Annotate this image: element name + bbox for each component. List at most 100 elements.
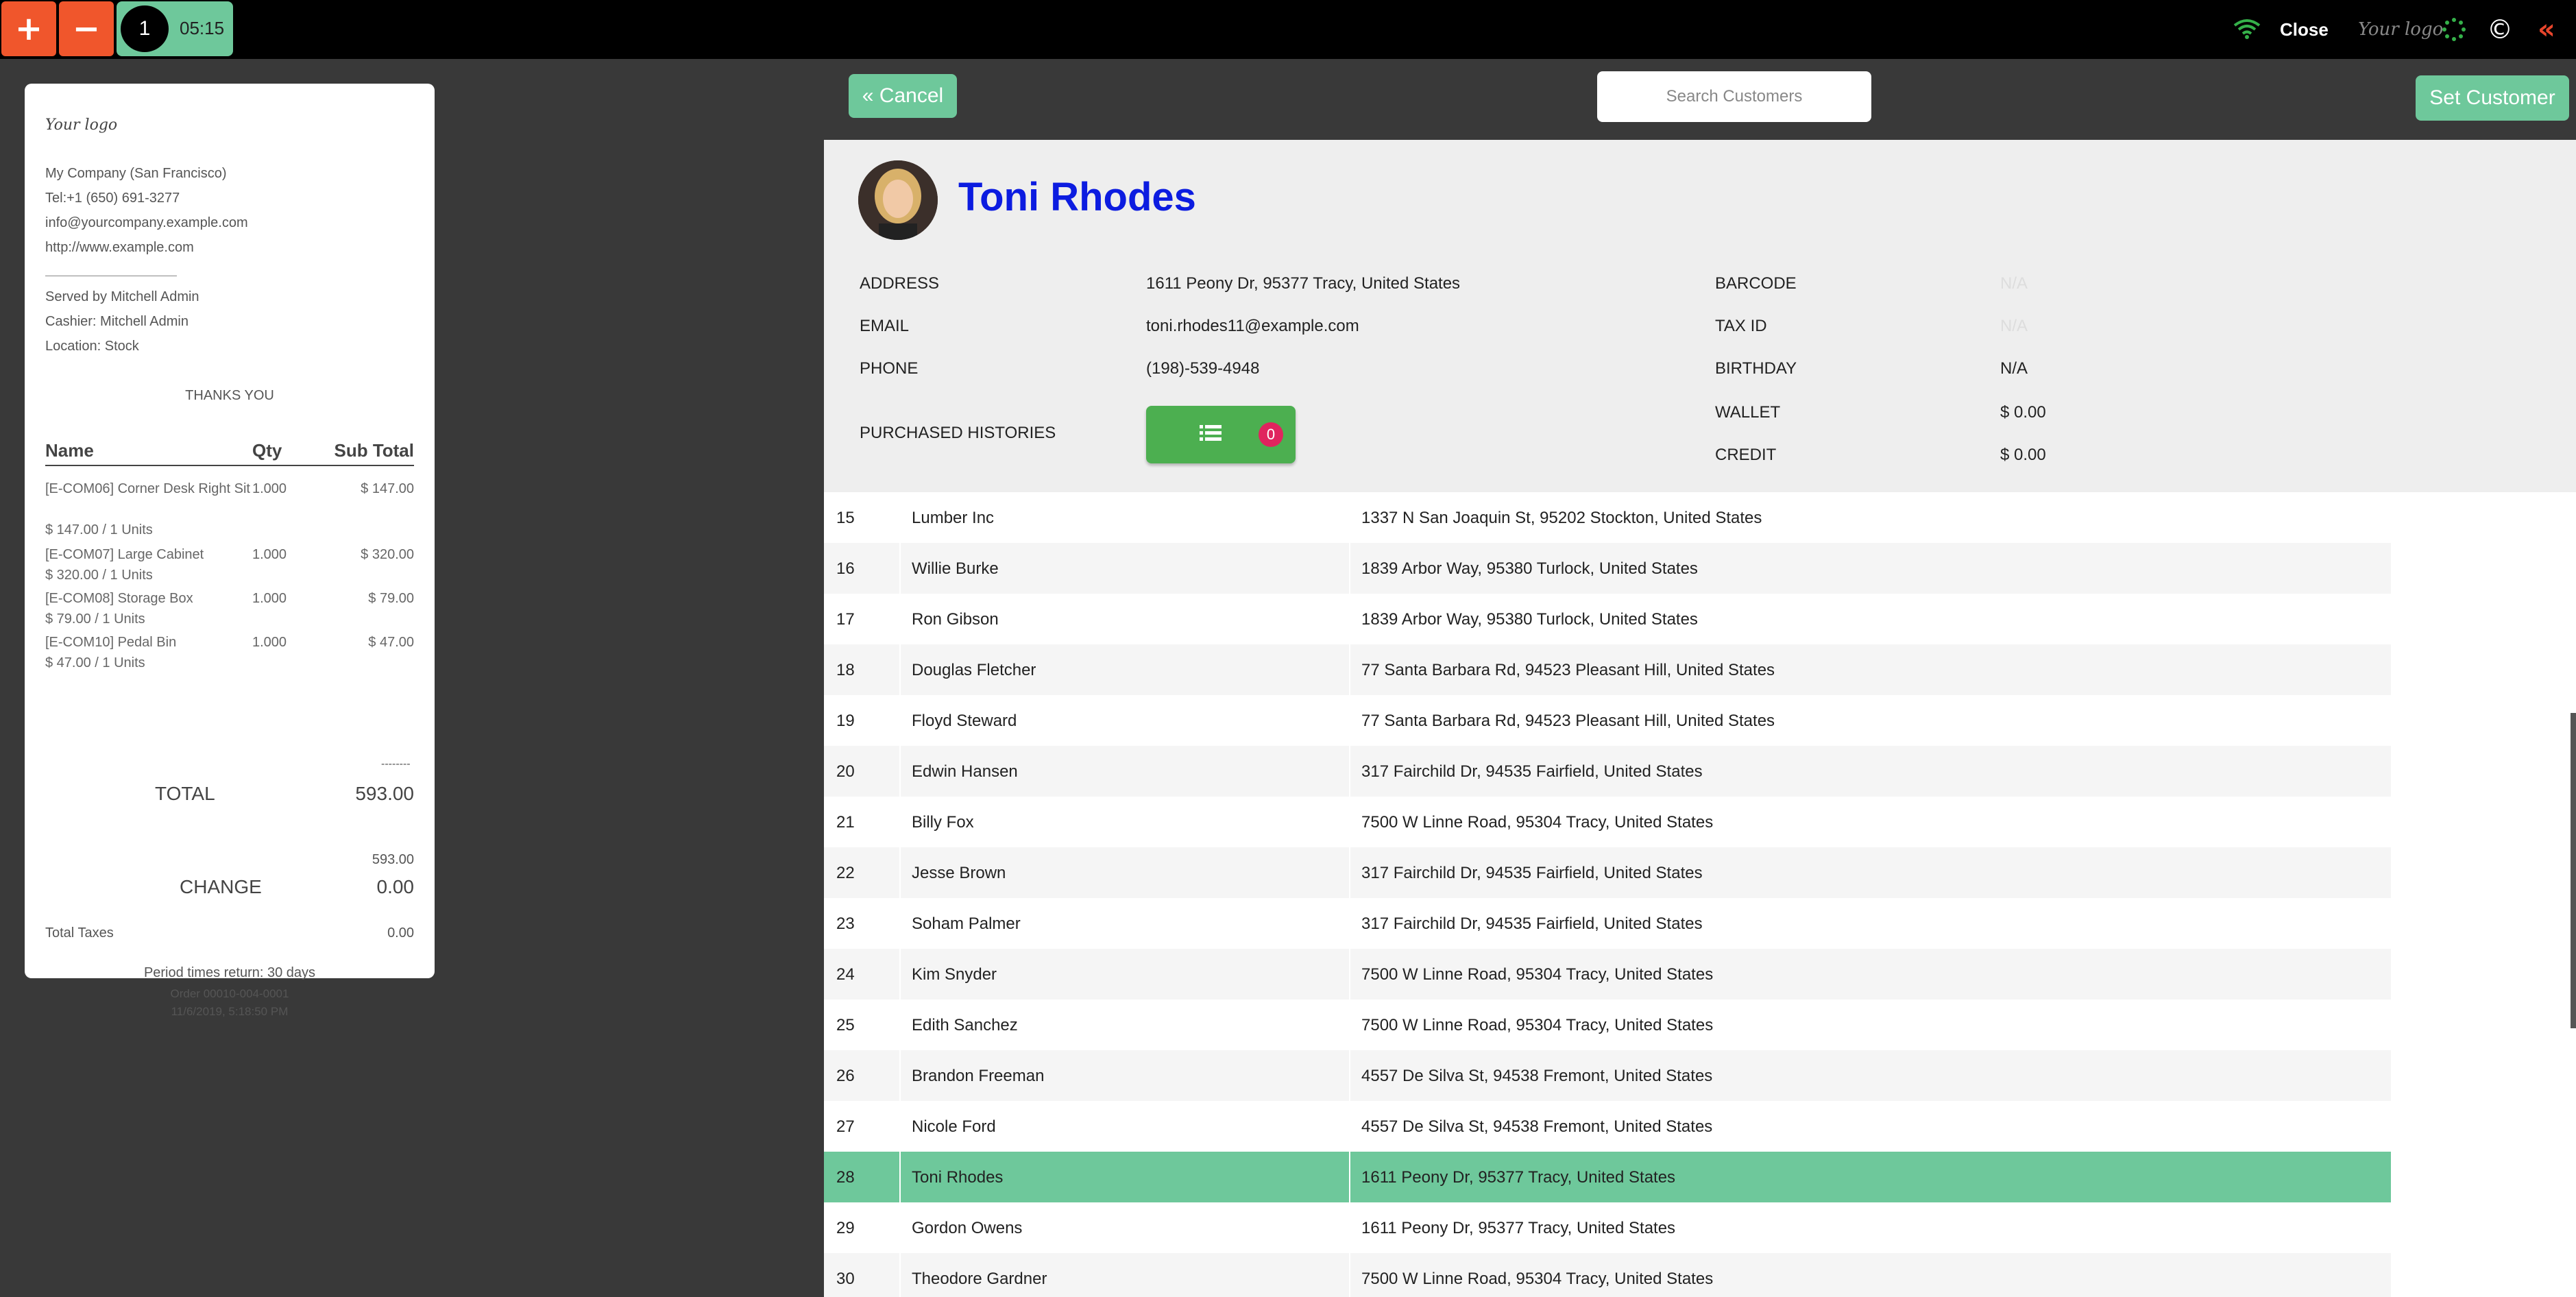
customer-name-cell: Toni Rhodes bbox=[912, 1168, 1004, 1187]
search-customers[interactable] bbox=[1597, 71, 1871, 122]
customer-id: 23 bbox=[836, 914, 855, 933]
plus-icon: + bbox=[14, 10, 43, 48]
header-logo-text: Your logo bbox=[2358, 19, 2444, 40]
customer-row[interactable]: 23 Soham Palmer 317 Fairchild Dr, 94535 Fa… bbox=[824, 898, 2391, 949]
receipt-cashier: Cashier: Mitchell Admin bbox=[45, 314, 189, 329]
credit-value: $ 0.00 bbox=[2000, 446, 2046, 464]
customer-address-cell: 4557 De Silva St, 94538 Fremont, United … bbox=[1361, 1117, 1713, 1136]
customer-row[interactable]: 29 Gordon Owens 1611 Peony Dr, 95377 Tracy… bbox=[824, 1202, 2391, 1253]
receipt-preview: Your logo My Company (San Francisco) Tel… bbox=[25, 84, 435, 1018]
collapse-arrows-icon[interactable]: « bbox=[2538, 0, 2555, 59]
minus-icon: − bbox=[72, 10, 101, 48]
customer-id: 27 bbox=[836, 1117, 855, 1136]
customer-row[interactable]: 18 Douglas Fletcher 77 Santa Barbara Rd, 9… bbox=[824, 644, 2391, 695]
customer-row[interactable]: 19 Floyd Steward 77 Santa Barbara Rd, 9452… bbox=[824, 695, 2391, 746]
set-customer-button[interactable]: Set Customer bbox=[2416, 75, 2569, 121]
email-label: EMAIL bbox=[860, 317, 910, 335]
wallet-label: WALLET bbox=[1715, 403, 1781, 422]
line-unit-price: $ 79.00 / 1 Units bbox=[45, 611, 145, 627]
customer-name-cell: Douglas Fletcher bbox=[912, 661, 1036, 679]
customer-row[interactable]: 15 Lumber Inc 1337 N San Joaquin St, 95202… bbox=[824, 492, 2391, 543]
receipt-location: Location: Stock bbox=[45, 339, 139, 354]
customer-row[interactable]: 22 Jesse Brown 317 Fairchild Dr, 94535 Fai… bbox=[824, 847, 2391, 898]
line-subtotal: $ 47.00 bbox=[368, 635, 414, 650]
receipt-taxes-value: 0.00 bbox=[387, 925, 414, 941]
birthday-value: N/A bbox=[2000, 359, 2028, 378]
receipt-return-period: Period times return: 30 days bbox=[143, 965, 316, 980]
customer-row[interactable]: 16 Willie Burke 1839 Arbor Way, 95380 Turl… bbox=[824, 543, 2391, 594]
customer-address-cell: 1337 N San Joaquin St, 95202 Stockton, U… bbox=[1361, 509, 1762, 527]
credit-label: CREDIT bbox=[1715, 446, 1777, 464]
search-input[interactable] bbox=[1597, 87, 1871, 106]
customer-name-cell: Nicole Ford bbox=[912, 1117, 996, 1136]
customer-address-cell: 317 Fairchild Dr, 94535 Fairfield, Unite… bbox=[1361, 914, 1703, 933]
taxid-value: N/A bbox=[2000, 317, 2028, 335]
customer-address-cell: 4557 De Silva St, 94538 Fremont, United … bbox=[1361, 1067, 1713, 1085]
receipt-total-label: TOTAL bbox=[155, 783, 215, 804]
cancel-button[interactable]: « Cancel bbox=[849, 74, 957, 118]
customer-name-cell: Brandon Freeman bbox=[912, 1067, 1045, 1085]
phone-value: (198)-539-4948 bbox=[1146, 359, 1260, 378]
order-number-badge: 1 bbox=[121, 5, 169, 52]
customer-id: 30 bbox=[836, 1270, 855, 1288]
customer-avatar bbox=[858, 160, 938, 240]
customer-address-cell: 7500 W Linne Road, 95304 Tracy, United S… bbox=[1361, 965, 1714, 984]
phone-label: PHONE bbox=[860, 359, 919, 378]
customer-id: 19 bbox=[836, 712, 855, 730]
line-qty: 1.000 bbox=[252, 635, 287, 650]
customer-row[interactable]: 17 Ron Gibson 1839 Arbor Way, 95380 Turloc… bbox=[824, 594, 2391, 644]
close-label: Close bbox=[2280, 19, 2329, 40]
customer-id: 29 bbox=[836, 1219, 855, 1237]
customer-row[interactable]: 21 Billy Fox 7500 W Linne Road, 95304 Trac… bbox=[824, 797, 2391, 847]
order-time: 05:15 bbox=[180, 18, 225, 38]
customer-name-cell: Billy Fox bbox=[912, 813, 974, 832]
customer-name-cell: Lumber Inc bbox=[912, 509, 995, 527]
line-name: [E-COM07] Large Cabinet bbox=[45, 547, 204, 562]
customer-row[interactable]: 24 Kim Snyder 7500 W Linne Road, 95304 Tra… bbox=[824, 949, 2391, 999]
customer-address-cell: 1839 Arbor Way, 95380 Turlock, United St… bbox=[1361, 610, 1698, 629]
order-tab[interactable]: 1 05:15 bbox=[117, 1, 233, 56]
customer-id: 15 bbox=[836, 509, 855, 527]
wallet-value: $ 0.00 bbox=[2000, 403, 2046, 422]
col-subtotal: Sub Total bbox=[334, 440, 414, 461]
remove-order-button[interactable]: − bbox=[59, 1, 114, 56]
line-qty: 1.000 bbox=[252, 481, 287, 496]
email-value: toni.rhodes11@example.com bbox=[1146, 317, 1359, 335]
close-button[interactable]: Close bbox=[2280, 0, 2329, 59]
customer-address-cell: 1611 Peony Dr, 95377 Tracy, United State… bbox=[1361, 1219, 1676, 1237]
customer-row[interactable]: 27 Nicole Ford 4557 De Silva St, 94538 Fre… bbox=[824, 1101, 2391, 1152]
customer-address-cell: 77 Santa Barbara Rd, 94523 Pleasant Hill… bbox=[1361, 661, 1775, 679]
copyright-icon[interactable]: © bbox=[2487, 0, 2513, 59]
customer-id: 28 bbox=[836, 1168, 855, 1187]
line-name: [E-COM10] Pedal Bin bbox=[45, 635, 177, 650]
line-unit-price: $ 320.00 / 1 Units bbox=[45, 568, 153, 583]
line-subtotal: $ 320.00 bbox=[361, 547, 414, 562]
customer-row[interactable]: 26 Brandon Freeman 4557 De Silva St, 94538… bbox=[824, 1050, 2391, 1101]
receipt-website: http://www.example.com bbox=[45, 240, 194, 255]
customer-row[interactable]: 30 Theodore Gardner 7500 W Linne Road, 953… bbox=[824, 1253, 2391, 1297]
receipt-change-label: CHANGE bbox=[180, 876, 262, 897]
line-qty: 1.000 bbox=[252, 591, 287, 606]
customer-id: 25 bbox=[836, 1016, 855, 1034]
receipt-order-date: 11/6/2019, 5:18:50 PM bbox=[171, 1005, 289, 1018]
list-scroll-thumb[interactable] bbox=[2571, 713, 2576, 1028]
receipt-tel: Tel:+1 (650) 691-3277 bbox=[45, 191, 180, 206]
receipt-company: My Company (San Francisco) bbox=[45, 166, 227, 181]
purchased-histories-label: PURCHASED HISTORIES bbox=[860, 424, 1056, 442]
customer-row-selected[interactable]: 28 Toni Rhodes 1611 Peony Dr, 95377 Tracy,… bbox=[824, 1152, 2391, 1202]
receipt-paid-value: 593.00 bbox=[372, 852, 414, 867]
line-name: [E-COM08] Storage Box bbox=[45, 591, 193, 606]
add-order-button[interactable]: + bbox=[1, 1, 56, 56]
receipt-total-dash: -------- bbox=[381, 758, 411, 770]
line-subtotal: $ 147.00 bbox=[361, 481, 414, 496]
sync-spinner-icon[interactable] bbox=[2442, 0, 2466, 59]
customer-address-cell: 7500 W Linne Road, 95304 Tracy, United S… bbox=[1361, 1016, 1714, 1034]
customer-row[interactable]: 25 Edith Sanchez 7500 W Linne Road, 95304 … bbox=[824, 999, 2391, 1050]
address-value: 1611 Peony Dr, 95377 Tracy, United State… bbox=[1146, 274, 1461, 293]
purchased-histories-button[interactable]: 0 bbox=[1146, 406, 1296, 463]
customer-row[interactable]: 20 Edwin Hansen 317 Fairchild Dr, 94535 Fa… bbox=[824, 746, 2391, 797]
customer-name-cell: Gordon Owens bbox=[912, 1219, 1023, 1237]
top-bar: + − 1 05:15 Close Your logo © « bbox=[0, 0, 2576, 59]
receipt-change-value: 0.00 bbox=[376, 876, 415, 897]
customer-list: 15 Lumber Inc 1337 N San Joaquin St, 95202… bbox=[824, 492, 2576, 1297]
